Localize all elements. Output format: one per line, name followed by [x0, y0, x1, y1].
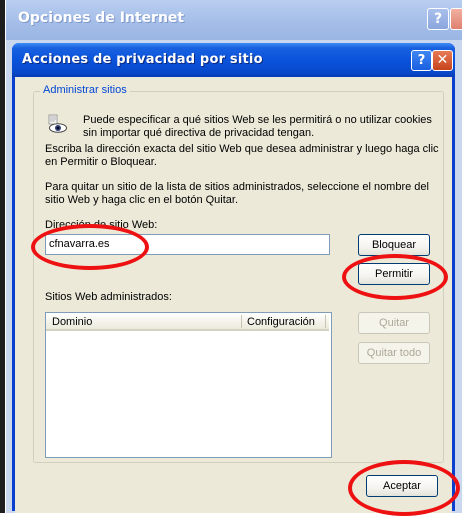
annotation-circle-accept — [348, 460, 460, 516]
managed-sites-list[interactable]: Dominio Configuración — [45, 312, 332, 458]
remove-all-button[interactable]: Quitar todo — [358, 342, 430, 364]
column-header-setting[interactable]: Configuración — [241, 313, 329, 331]
managed-sites-label: Sitios Web administrados: — [45, 291, 172, 303]
instructions-add-text: Escriba la dirección exacta del sitio We… — [45, 143, 439, 168]
intro-text: Puede especificar a qué sitios Web se le… — [83, 114, 432, 139]
dialog-help-button[interactable]: ? — [411, 50, 432, 71]
instructions-remove-text: Para quitar un sitio de la lista de siti… — [45, 181, 429, 206]
column-separator — [241, 315, 242, 328]
annotation-circle-allow — [342, 254, 448, 300]
parent-close-button[interactable] — [450, 8, 462, 30]
remove-button[interactable]: Quitar — [358, 312, 430, 334]
group-legend: Administrar sitios — [40, 84, 130, 96]
block-button[interactable]: Bloquear — [358, 234, 430, 256]
column-header-domain[interactable]: Dominio — [46, 313, 241, 331]
annotation-circle-address — [31, 224, 149, 270]
parent-window-title: Opciones de Internet — [18, 10, 185, 26]
window-edge — [0, 0, 5, 513]
dialog-close-button[interactable]: ✕ — [432, 50, 453, 71]
dialog-title: Acciones de privacidad por sitio — [22, 52, 263, 67]
column-separator — [325, 315, 326, 328]
parent-help-button[interactable]: ? — [427, 8, 449, 30]
privacy-eye-icon — [48, 114, 67, 133]
